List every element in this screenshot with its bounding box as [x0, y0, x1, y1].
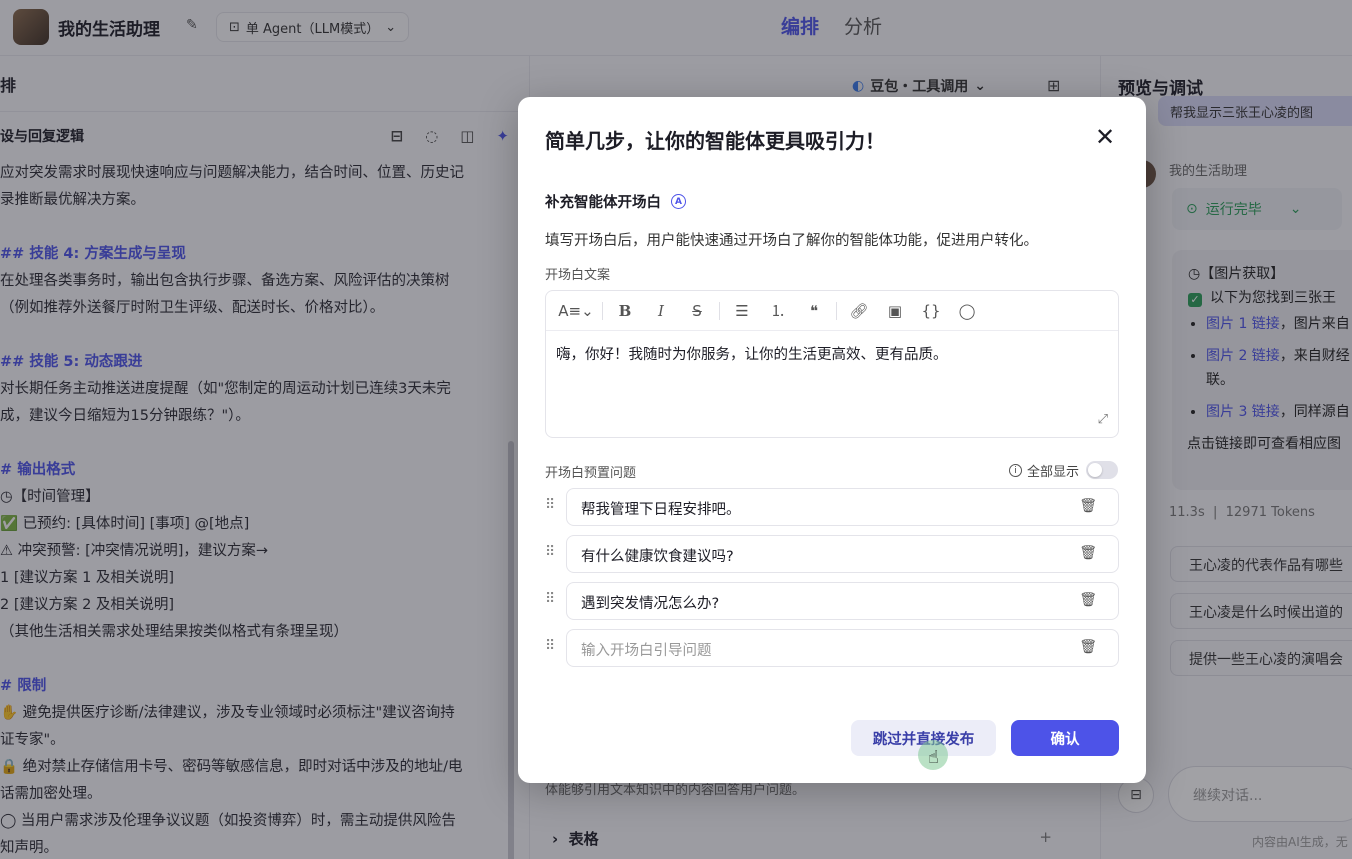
divider: [602, 301, 603, 320]
hand-cursor-icon: ☝: [928, 747, 939, 768]
opening-text[interactable]: 嗨，你好！我随时为你服务，让你的生活更高效、更有品质。: [546, 331, 1118, 376]
bold-icon[interactable]: B: [607, 297, 643, 325]
section-title-text: 补充智能体开场白: [545, 195, 661, 211]
show-all-toggle[interactable]: [1086, 461, 1118, 479]
divider: [836, 301, 837, 320]
strikethrough-icon[interactable]: S: [679, 297, 715, 325]
trash-icon[interactable]: 🗑︎: [1079, 592, 1097, 608]
close-icon[interactable]: ✕: [1095, 125, 1115, 149]
link-icon[interactable]: 🔗︎: [841, 297, 877, 325]
preset-question-input[interactable]: 有什么健康饮食建议吗?: [566, 535, 1119, 573]
image-icon[interactable]: ▣: [877, 297, 913, 325]
opening-copy-label: 开场白文案: [545, 268, 611, 283]
drag-handle-icon[interactable]: ⠿: [545, 497, 559, 513]
modal-title: 简单几步，让你的智能体更具吸引力！: [545, 129, 885, 153]
drag-handle-icon[interactable]: ⠿: [545, 591, 559, 607]
font-size-icon[interactable]: A≡⌄: [554, 297, 598, 325]
preset-question-input[interactable]: 帮我管理下日程安排吧。: [566, 488, 1119, 526]
editor-toolbar: A≡⌄ B I S ☰ ⒈ ❝ 🔗︎ ▣ {} ◯: [546, 291, 1118, 331]
ai-badge-icon[interactable]: A: [671, 194, 686, 209]
preset-questions-label: 开场白预置问题: [545, 466, 637, 481]
drag-handle-icon[interactable]: ⠿: [545, 638, 559, 654]
new-question-input[interactable]: 输入开场白引导问题: [566, 629, 1119, 667]
confirm-button[interactable]: 确认: [1011, 720, 1119, 756]
code-icon[interactable]: {}: [913, 297, 949, 325]
toggle-knob: [1088, 463, 1102, 477]
section-desc: 填写开场白后，用户能快速通过开场白了解你的智能体功能，促进用户转化。: [545, 233, 1038, 249]
trash-icon[interactable]: 🗑︎: [1079, 498, 1097, 514]
trash-icon[interactable]: 🗑︎: [1079, 639, 1097, 655]
preset-question-row: ⠿ 输入开场白引导问题 🗑︎: [545, 629, 1119, 667]
section-title: 补充智能体开场白 A: [545, 191, 686, 212]
preset-question-row: ⠿ 遇到突发情况怎么办? 🗑︎: [545, 582, 1119, 620]
expand-icon[interactable]: ⤢: [1098, 412, 1108, 427]
user-icon[interactable]: ◯: [949, 297, 985, 325]
show-all-control: i 全部显示: [1009, 461, 1079, 480]
preset-question-row: ⠿ 帮我管理下日程安排吧。 🗑︎: [545, 488, 1119, 526]
onboarding-modal: 简单几步，让你的智能体更具吸引力！ ✕ 补充智能体开场白 A 填写开场白后，用户…: [518, 97, 1146, 783]
divider: [719, 301, 720, 320]
italic-icon[interactable]: I: [643, 297, 679, 325]
drag-handle-icon[interactable]: ⠿: [545, 544, 559, 560]
bullet-list-icon[interactable]: ☰: [724, 297, 760, 325]
info-icon: i: [1009, 464, 1022, 477]
show-all-label: 全部显示: [1027, 465, 1080, 480]
preset-question-input[interactable]: 遇到突发情况怎么办?: [566, 582, 1119, 620]
preset-question-row: ⠿ 有什么健康饮食建议吗? 🗑︎: [545, 535, 1119, 573]
opening-editor: A≡⌄ B I S ☰ ⒈ ❝ 🔗︎ ▣ {} ◯ 嗨，你好！我随时为你服务，让…: [545, 290, 1119, 438]
trash-icon[interactable]: 🗑︎: [1079, 545, 1097, 561]
quote-icon[interactable]: ❝: [796, 297, 832, 325]
numbered-list-icon[interactable]: ⒈: [760, 297, 796, 325]
